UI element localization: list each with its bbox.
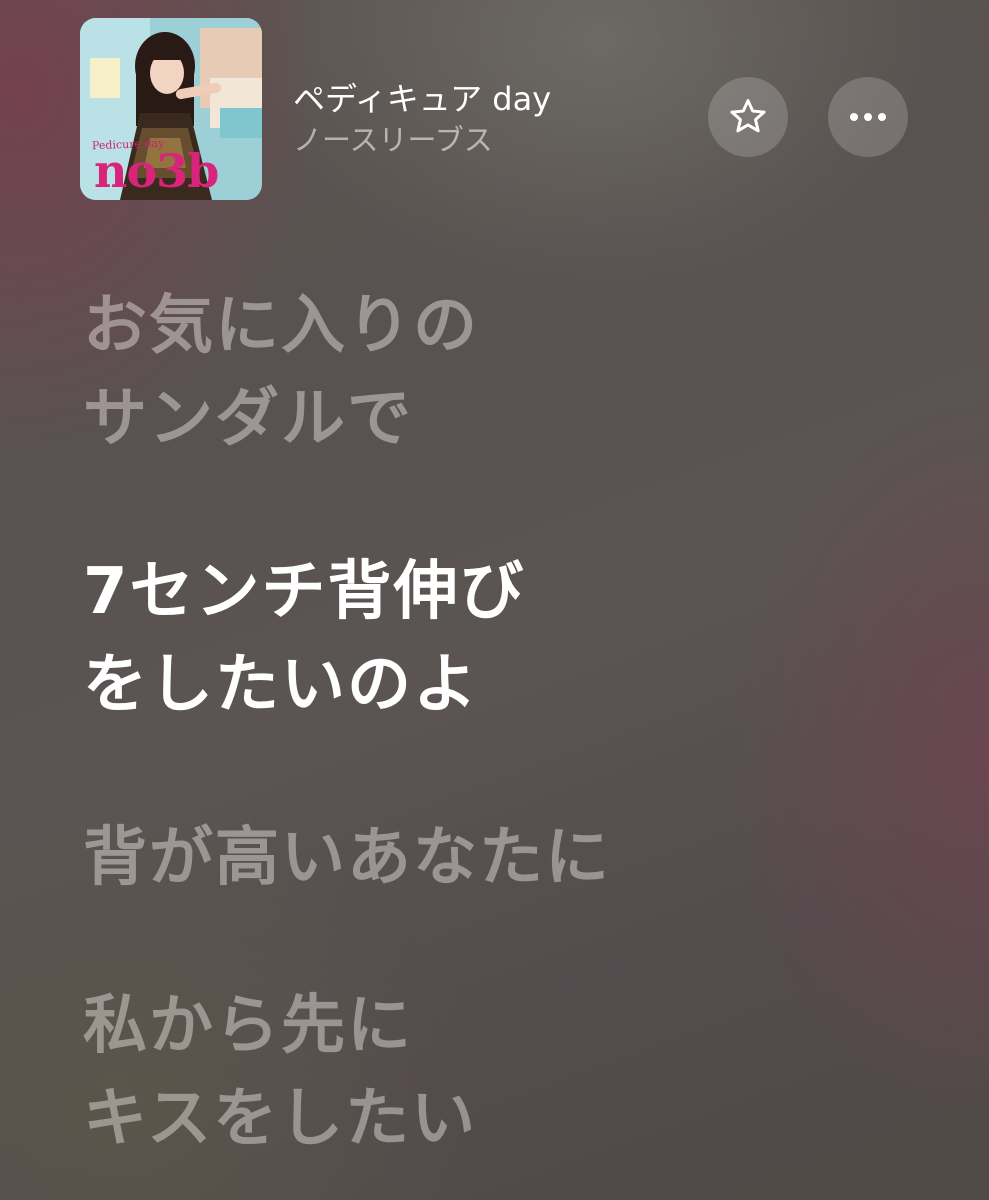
lyric-line[interactable]: 私から先に キスをしたい	[83, 980, 477, 1166]
now-playing-header: Pedicure day no3b ペディキュア day ノースリーブス	[80, 18, 910, 200]
album-brand-logo: no3b	[94, 144, 219, 198]
track-artist[interactable]: ノースリーブス	[293, 120, 693, 160]
album-art[interactable]: Pedicure day no3b	[80, 18, 262, 200]
favorite-button[interactable]	[708, 77, 788, 157]
lyric-line-active[interactable]: 7センチ背伸び をしたいのよ	[83, 546, 526, 732]
more-options-button[interactable]	[828, 77, 908, 157]
lyric-line[interactable]: お気に入りの サンダルで	[83, 280, 479, 466]
track-title: ペディキュア day	[293, 80, 552, 118]
ellipsis-icon	[850, 113, 886, 121]
track-info[interactable]: ペディキュア day ノースリーブス	[293, 78, 693, 160]
lyric-line[interactable]: 背が高いあなたに	[83, 812, 611, 905]
star-icon	[730, 99, 766, 133]
